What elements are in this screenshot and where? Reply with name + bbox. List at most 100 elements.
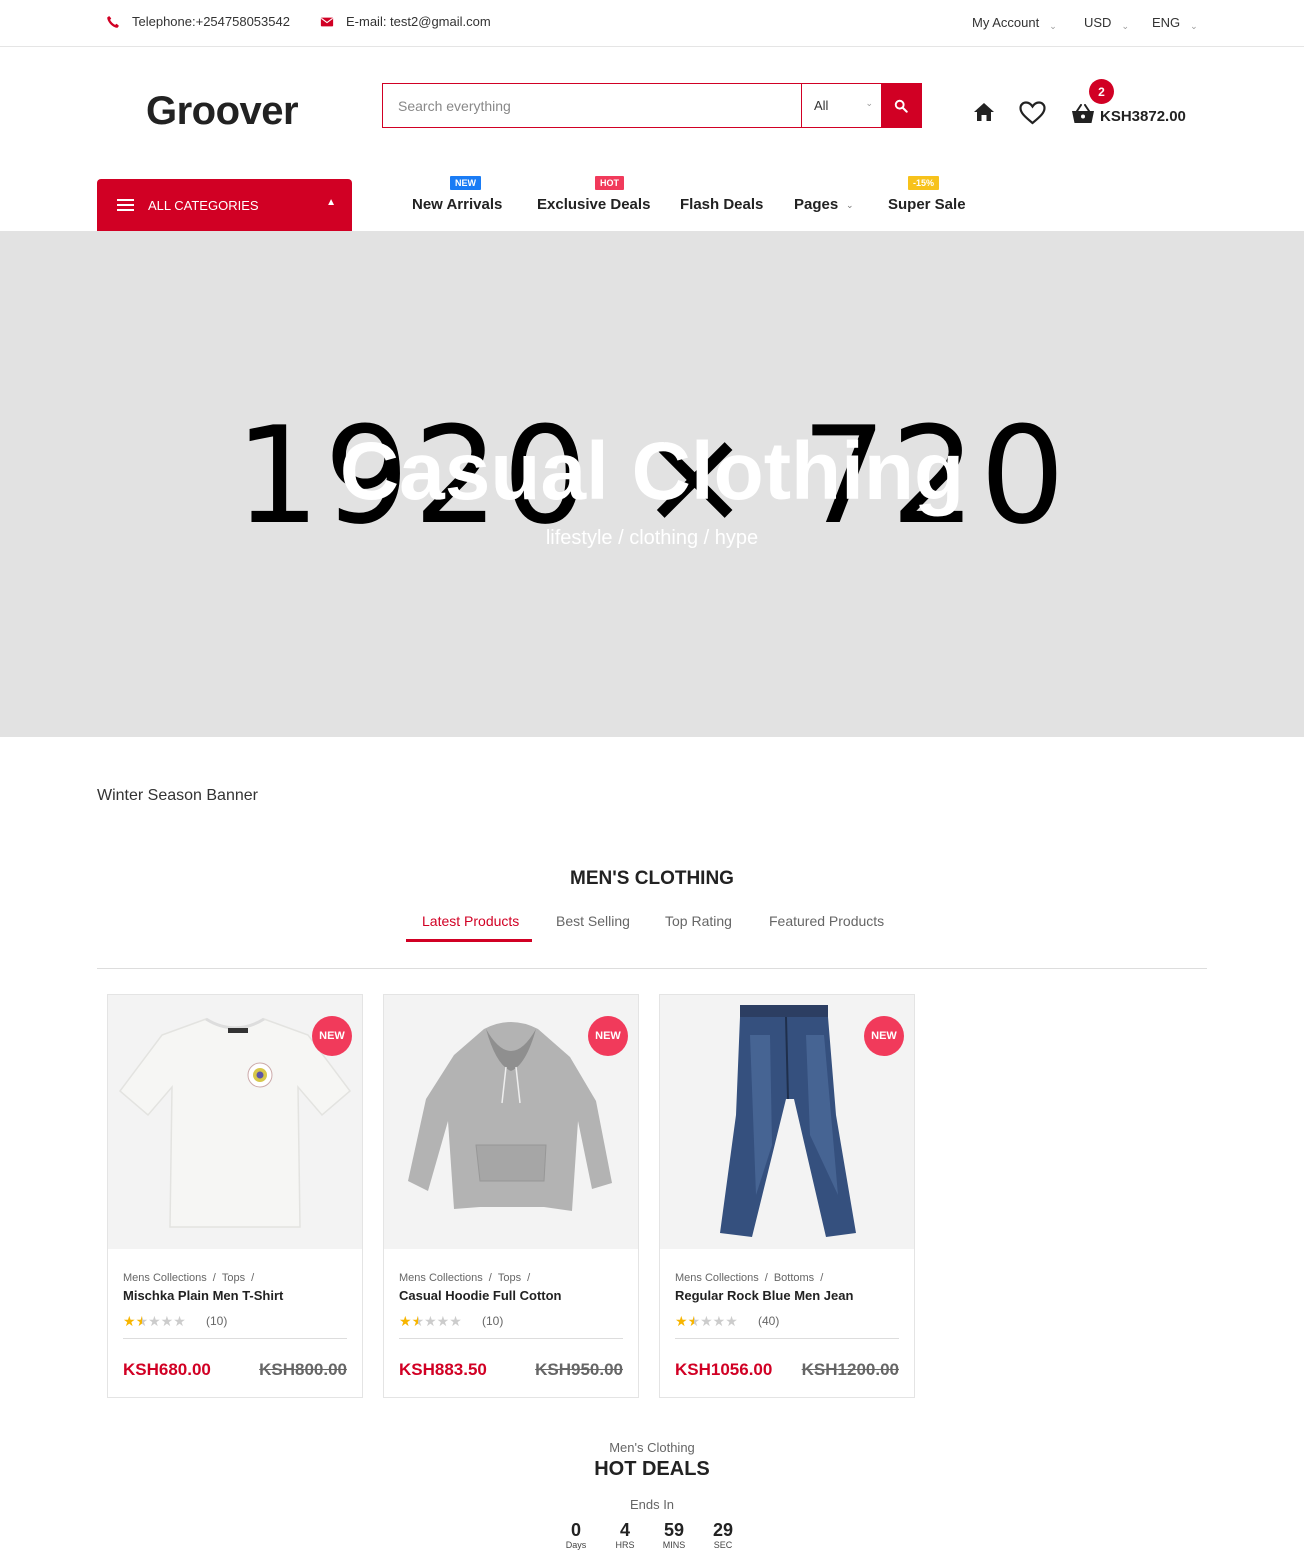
countdown-hours: 4 HRS [605,1520,645,1550]
banner-alt-text: Winter Season Banner [97,787,258,804]
product-image[interactable]: NEW [660,995,914,1249]
currency-dropdown[interactable]: USD ⌄ [1084,15,1129,31]
tab-latest-products[interactable]: Latest Products [422,913,519,929]
review-count: (10) [206,1314,228,1328]
nav-pages[interactable]: Pages [794,196,838,213]
nav-tag-sale: -15% [908,176,940,190]
chevron-down-icon: ⌄ [846,200,854,210]
active-tab-indicator [406,939,532,942]
all-categories-label: ALL CATEGORIES [148,197,259,213]
product-subcategory[interactable]: Tops [222,1272,245,1284]
product-breadcrumb: Mens Collections / Tops / [123,1272,255,1284]
product-old-price: KSH800.00 [259,1360,347,1379]
nav-exclusive-deals[interactable]: Exclusive Deals [537,196,650,213]
product-card[interactable]: NEW Mens Collections / Bottoms / Regular Ro… [659,994,915,1398]
review-count: (10) [482,1314,504,1328]
nav-tag-new: NEW [450,176,481,190]
email-text: E-mail: test2@gmail.com [346,14,491,29]
contact-phone[interactable]: Telephone:+254758053542 [106,14,290,29]
nav-new-arrivals[interactable]: New Arrivals [412,196,502,213]
tab-featured-products[interactable]: Featured Products [769,913,884,929]
top-bar: Telephone:+254758053542 E-mail: test2@gm… [0,0,1304,47]
search-input[interactable] [383,84,801,127]
product-category[interactable]: Mens Collections [399,1272,483,1284]
search-button[interactable] [881,84,921,127]
product-category[interactable]: Mens Collections [123,1272,207,1284]
language-dropdown[interactable]: ENG ⌄ [1152,15,1198,31]
chevron-down-icon: ⌄ [1049,21,1057,31]
new-badge: NEW [864,1016,904,1056]
review-count: (40) [758,1314,780,1328]
product-price: KSH883.50 [399,1360,487,1379]
product-image[interactable]: NEW [384,995,638,1249]
tab-top-rating[interactable]: Top Rating [665,913,732,929]
site-logo[interactable]: Groover [146,89,299,134]
countdown-value: 29 [712,1520,734,1540]
hero-slider[interactable]: 1920 × 720 Casual Clothing lifestyle / c… [0,231,1304,737]
countdown-value: 4 [619,1520,630,1540]
product-breadcrumb: Mens Collections / Tops / [399,1272,531,1284]
cart-total[interactable]: KSH3872.00 [1100,108,1186,125]
deals-kicker: Men's Clothing [609,1440,695,1455]
countdown-label: HRS [615,1540,635,1550]
language-label: ENG [1152,15,1181,30]
heart-icon[interactable] [1019,101,1046,125]
product-card[interactable]: NEW Mens Collections / Tops / Casual Hoodie… [383,994,639,1398]
envelope-icon [320,17,334,26]
product-name[interactable]: Mischka Plain Men T-Shirt [123,1288,283,1303]
search-icon [894,99,908,113]
contact-email[interactable]: E-mail: test2@gmail.com [320,14,491,29]
card-divider [399,1338,623,1339]
product-subcategory[interactable]: Bottoms [774,1272,814,1284]
all-categories-button[interactable]: ALL CATEGORIES ▲ [97,179,352,231]
tab-best-selling[interactable]: Best Selling [556,913,630,929]
chevron-down-icon: ⌄ [1121,21,1129,31]
card-divider [123,1338,347,1339]
product-price: KSH1056.00 [675,1360,773,1379]
nav-super-sale[interactable]: Super Sale [888,196,966,213]
my-account-label: My Account [972,15,1040,30]
product-old-price: KSH1200.00 [801,1360,899,1379]
product-name[interactable]: Casual Hoodie Full Cotton [399,1288,562,1303]
countdown-label: Days [565,1540,587,1550]
star-rating: ★★★★★ [675,1313,738,1329]
product-subcategory[interactable]: Tops [498,1272,521,1284]
nav-flash-deals[interactable]: Flash Deals [680,196,763,213]
winter-season-banner[interactable]: Winter Season Banner [97,787,258,805]
countdown-days: 0 Days [556,1520,596,1550]
section-divider [97,968,1207,969]
basket-icon[interactable] [1071,104,1095,124]
search-category-value: All [814,98,829,113]
countdown-minutes: 59 MINS [654,1520,694,1550]
product-category[interactable]: Mens Collections [675,1272,759,1284]
chevron-up-icon: ▲ [326,197,336,208]
star-rating: ★★★★★ [123,1313,186,1329]
product-name[interactable]: Regular Rock Blue Men Jean [675,1288,853,1303]
phone-text: Telephone:+254758053542 [132,14,290,29]
product-price: KSH680.00 [123,1360,211,1379]
ends-in-label: Ends In [629,1497,675,1512]
phone-icon [107,15,119,28]
home-icon[interactable] [973,102,995,122]
countdown-label: MINS [662,1540,686,1550]
countdown-label: SEC [713,1540,733,1550]
search-bar: All ⌄ [382,83,922,128]
new-badge: NEW [588,1016,628,1056]
countdown-value: 59 [663,1520,685,1540]
chevron-down-icon: ⌄ [1190,21,1198,31]
countdown-value: 0 [570,1520,581,1540]
chevron-down-icon: ⌄ [865,98,873,108]
product-card[interactable]: NEW Mens Collections / Tops / Mischka Plain… [107,994,363,1398]
product-image[interactable]: NEW [108,995,362,1249]
star-rating: ★★★★★ [399,1313,462,1329]
currency-label: USD [1084,15,1112,30]
hero-title: Casual Clothing [339,426,965,517]
cart-count-badge: 2 [1089,79,1114,104]
deals-title: HOT DEALS [594,1458,710,1480]
hamburger-icon [117,199,134,211]
product-old-price: KSH950.00 [535,1360,623,1379]
search-category-select[interactable]: All ⌄ [801,84,881,127]
nav-tag-hot: HOT [595,176,624,190]
my-account-dropdown[interactable]: My Account ⌄ [972,15,1057,31]
product-breadcrumb: Mens Collections / Bottoms / [675,1272,824,1284]
